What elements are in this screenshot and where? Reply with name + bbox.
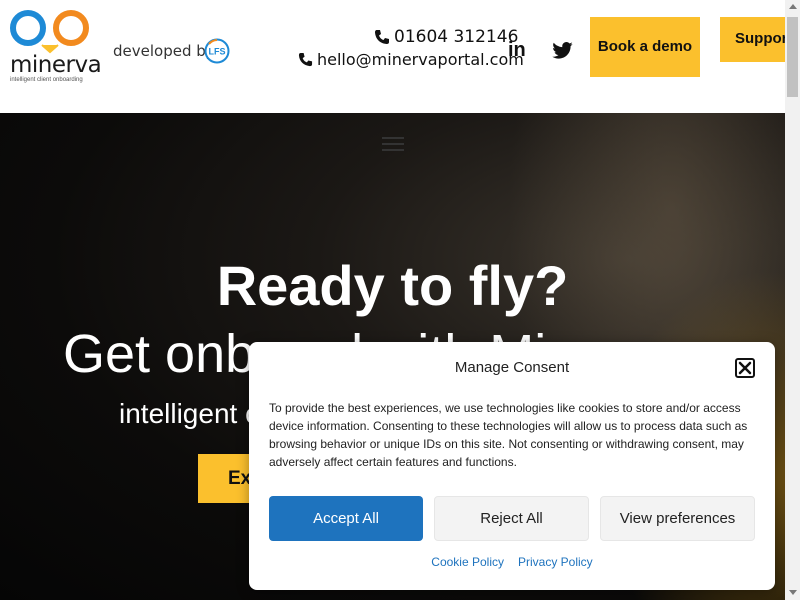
- lfs-logo-text: LFS: [209, 47, 226, 57]
- phone-icon: [298, 52, 313, 67]
- phone-number[interactable]: 01604 312146: [394, 27, 518, 47]
- scroll-down-icon[interactable]: [789, 590, 797, 595]
- scrollbar-thumb[interactable]: [787, 17, 798, 97]
- scroll-up-icon[interactable]: [789, 4, 797, 9]
- site-header: minerva intelligent client onboarding de…: [0, 0, 785, 113]
- support-button[interactable]: Support: [720, 17, 785, 62]
- email-address[interactable]: hello@minervaportal.com: [317, 50, 524, 69]
- consent-dialog: Manage Consent To provide the best exper…: [249, 342, 775, 590]
- consent-links: Cookie Policy Privacy Policy: [249, 555, 775, 569]
- logo-tagline: intelligent client onboarding: [10, 77, 83, 83]
- email-link[interactable]: hello@minervaportal.com: [298, 50, 524, 69]
- view-preferences-button[interactable]: View preferences: [600, 496, 755, 541]
- book-demo-button[interactable]: Book a demo: [590, 17, 700, 77]
- reject-all-button[interactable]: Reject All: [434, 496, 589, 541]
- page-scrollbar[interactable]: [785, 0, 800, 600]
- linkedin-icon[interactable]: in: [508, 39, 526, 62]
- privacy-policy-link[interactable]: Privacy Policy: [518, 555, 593, 569]
- close-icon[interactable]: [735, 358, 755, 378]
- consent-body: To provide the best experiences, we use …: [269, 401, 748, 469]
- consent-title: Manage Consent: [454, 359, 570, 376]
- twitter-icon[interactable]: [552, 42, 573, 59]
- phone-link[interactable]: 01604 312146: [374, 27, 518, 47]
- accept-all-button[interactable]: Accept All: [269, 496, 423, 541]
- close-x-icon: [738, 361, 752, 375]
- lfs-logo-icon[interactable]: LFS: [204, 38, 230, 64]
- developed-by-label: developed by: [113, 42, 215, 60]
- menu-icon[interactable]: [382, 137, 404, 155]
- phone-icon: [375, 30, 389, 44]
- cookie-policy-link[interactable]: Cookie Policy: [431, 555, 504, 569]
- logo-wordmark: minerva: [10, 52, 102, 78]
- hero-title: Ready to fly?: [216, 254, 569, 317]
